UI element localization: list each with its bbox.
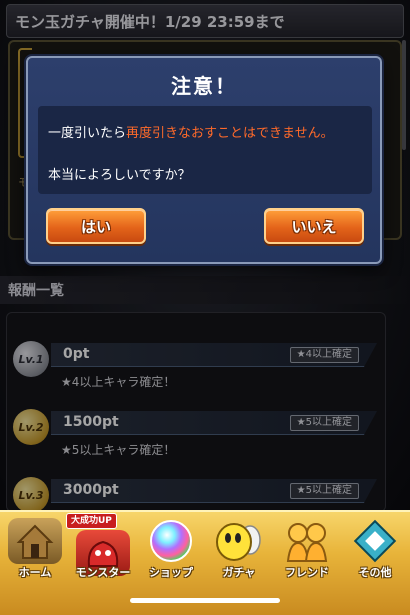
gacha-egg-icon: [212, 518, 266, 564]
nav-item-gacha[interactable]: ガチャ: [206, 518, 272, 584]
dialog-question: 本当によろしいですか？: [48, 168, 191, 183]
dialog-message: 一度引いたら再度引きなおすことはできません。: [48, 122, 334, 141]
nav-label-shop: ショップ: [149, 566, 193, 579]
nav-label-other: その他: [358, 566, 392, 579]
nav-item-other[interactable]: その他: [342, 518, 408, 584]
nav-label-monster: モンスター: [75, 566, 131, 579]
dialog-message-prefix: 一度引いたら: [48, 126, 127, 141]
nav-item-home[interactable]: ホーム: [2, 518, 68, 584]
shop-orb-icon: [144, 518, 198, 564]
other-icon: [348, 518, 402, 564]
nav-item-friends[interactable]: フレンド: [274, 518, 340, 584]
dialog-title: 注意！: [171, 74, 237, 98]
home-icon: [8, 518, 62, 564]
confirm-dialog: 注意！ 一度引いたら再度引きなおすことはできません。 本当によろしいですか？ は…: [26, 56, 382, 264]
nav-label-home: ホーム: [18, 566, 52, 579]
nav-item-shop[interactable]: ショップ: [138, 518, 204, 584]
friends-icon: [280, 518, 334, 564]
dialog-warning-text: 再度引きなおすことはできません。: [126, 126, 334, 141]
no-button[interactable]: いいえ: [264, 208, 364, 244]
dialog-message-box: 一度引いたら再度引きなおすことはできません。 本当によろしいですか？: [38, 106, 372, 194]
nav-label-friends: フレンド: [285, 566, 329, 579]
home-indicator[interactable]: [130, 598, 280, 603]
nav-label-gacha: ガチャ: [222, 566, 256, 579]
nav-item-monster[interactable]: モンスター: [70, 518, 136, 584]
yes-button[interactable]: はい: [46, 208, 146, 244]
